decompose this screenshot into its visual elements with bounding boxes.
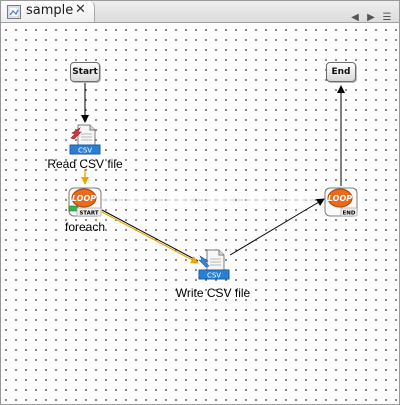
foreach-node[interactable]: LOOP START [68,187,102,217]
loop-end-badge: LOOP [328,194,352,203]
foreach-tag: START [79,211,99,217]
read-csv-label: Read CSV file [47,157,123,171]
csv-read-icon: CSV [69,124,101,155]
loop-end-icon: LOOP END [324,187,358,217]
start-node[interactable]: Start [70,62,100,82]
write-csv-label: Write CSV file [175,286,251,300]
write-csv-node[interactable]: CSV [198,248,230,280]
loop-end-node[interactable]: LOOP END [324,187,358,217]
read-csv-badge: CSV [78,147,92,155]
csv-write-icon: CSV [198,249,230,280]
tab-title: sample [26,3,74,18]
loop-end-tag: END [343,211,356,217]
loop-start-icon: LOOP START [68,187,102,217]
tab-bar: sample ✕ ◀ ▶ ☰ [1,1,399,23]
foreach-badge: LOOP [72,194,96,203]
tab-sample[interactable]: sample ✕ [1,1,95,22]
edge-write-to-loopend[interactable] [229,198,325,256]
editor-window: sample ✕ ◀ ▶ ☰ Start End CSV Read CSV fi… [0,0,400,405]
write-csv-badge: CSV [207,272,221,280]
flow-file-icon [7,4,21,23]
edge-foreach-to-write[interactable] [101,209,199,262]
read-csv-node[interactable]: CSV [69,123,101,155]
edge-foreach-to-write-data [101,211,199,264]
tab-controls: ◀ ▶ ☰ [345,5,393,23]
end-node[interactable]: End [326,62,356,82]
close-icon[interactable]: ✕ [75,2,86,17]
foreach-label: foreach [64,220,106,234]
flow-canvas[interactable]: Start End CSV Read CSV file LOOP START f… [2,23,398,403]
